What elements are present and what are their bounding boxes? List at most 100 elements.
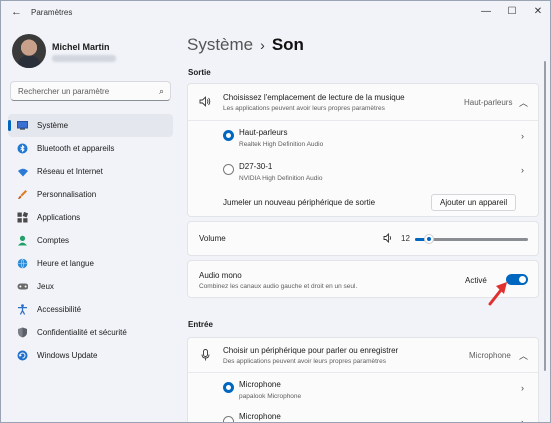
maximize-icon[interactable]: ☐ [505,5,519,19]
sidebar-item-label: Accessibilité [37,305,82,314]
device-desc: Realtek High Definition Audio [239,141,324,148]
chevron-right-icon[interactable]: › [521,131,524,141]
radio-microphone-2[interactable] [223,416,234,422]
scrollbar[interactable] [544,61,546,371]
mono-audio-state: Activé [465,276,487,285]
breadcrumb-separator: › [260,37,265,53]
apps-icon [17,212,28,223]
breadcrumb: Système › Son [187,35,304,55]
gamepad-icon [17,281,28,292]
sidebar-item-label: Comptes [37,236,70,245]
globe-icon [17,258,28,269]
accessibility-icon [17,304,28,315]
back-arrow-icon[interactable]: ← [11,6,23,18]
wifi-icon [17,166,28,177]
page-title: Son [271,35,304,54]
app-title: Paramètres [31,8,73,17]
input-header-subtitle: Des applications peuvent avoir leurs pro… [223,358,386,365]
search-input[interactable]: Rechercher un paramètre ⌕ [10,81,171,101]
volume-slider[interactable] [415,233,528,245]
user-email-redacted [52,55,116,62]
sidebar-item-jeux[interactable]: Jeux [8,275,173,298]
sidebar-item-comptes[interactable]: Comptes [8,229,173,252]
bluetooth-icon [17,143,28,154]
volume-slider-thumb[interactable] [424,234,434,244]
sidebar-item-windows-update[interactable]: Windows Update [8,344,173,367]
shield-icon [17,327,28,338]
sidebar-item-label: Confidentialité et sécurité [37,328,127,337]
sidebar-item-label: Système [37,121,69,130]
sidebar-item-label: Heure et langue [37,259,94,268]
input-device-row[interactable]: Microphone › [188,407,538,422]
search-placeholder: Rechercher un paramètre [18,87,110,96]
add-device-button[interactable]: Ajouter un appareil [431,194,517,211]
search-icon: ⌕ [158,86,164,96]
close-icon[interactable]: ✕ [531,5,545,19]
avatar[interactable] [12,34,46,68]
sidebar-item-label: Personnalisation [37,190,97,199]
device-desc: NVIDIA High Definition Audio [239,175,323,182]
input-header-title: Choisir un périphérique pour parler ou e… [223,346,399,355]
user-name: Michel Martin [52,42,110,52]
chevron-right-icon[interactable]: › [521,383,524,393]
mono-audio-title: Audio mono [199,271,242,280]
volume-card: Volume 12 [187,221,539,256]
chevron-right-icon[interactable]: › [521,417,524,422]
pair-device-label: Jumeler un nouveau périphérique de sorti… [223,198,376,207]
device-desc: papalook Microphone [239,393,302,400]
input-device-card: Choisir un périphérique pour parler ou e… [187,337,539,422]
chevron-right-icon[interactable]: › [521,165,524,175]
radio-microphone-1[interactable] [223,382,234,393]
sidebar-item-applications[interactable]: Applications [8,206,173,229]
output-selected-device: Haut-parleurs [464,98,513,107]
radio-haut-parleurs[interactable] [223,130,234,141]
output-device-row[interactable]: Haut-parleurs Realtek High Definition Au… [188,121,538,153]
sidebar-item-accessibilite[interactable]: Accessibilité [8,298,173,321]
sidebar-item-systeme[interactable]: Système [8,114,173,137]
chevron-up-icon[interactable]: ︿ [519,349,528,362]
volume-label: Volume [199,234,226,243]
chevron-up-icon[interactable]: ︿ [519,96,528,109]
title-bar: ← Paramètres — ☐ ✕ [1,1,550,23]
output-device-card: Choisissez l'emplacement de lecture de l… [187,83,539,217]
output-device-row[interactable]: D27-30-1 NVIDIA High Definition Audio › [188,155,538,187]
minimize-icon[interactable]: — [479,5,493,19]
device-name: Microphone [239,380,281,389]
speaker-icon [199,96,211,109]
device-name: Haut-parleurs [239,128,288,137]
pair-device-row: Jumeler un nouveau périphérique de sorti… [188,189,538,217]
input-selected-device: Microphone [469,351,511,360]
input-device-row[interactable]: Microphone papalook Microphone › [188,373,538,405]
volume-speaker-icon[interactable] [383,232,393,245]
section-input-title: Entrée [188,320,213,329]
output-header-subtitle: Les applications peuvent avoir leurs pro… [223,105,385,112]
sidebar-item-label: Applications [37,213,81,222]
brush-icon [17,189,28,200]
sidebar-item-label: Jeux [37,282,54,291]
output-header-row[interactable]: Choisissez l'emplacement de lecture de l… [188,84,538,120]
device-name: Microphone [239,412,281,421]
output-header-title: Choisissez l'emplacement de lecture de l… [223,93,405,102]
input-header-row[interactable]: Choisir un périphérique pour parler ou e… [188,338,538,372]
sidebar-item-label: Bluetooth et appareils [37,144,115,153]
sidebar-item-bluetooth[interactable]: Bluetooth et appareils [8,137,173,160]
section-output-title: Sortie [188,68,211,77]
system-icon [17,120,28,131]
microphone-icon [201,349,210,363]
person-icon [17,235,28,246]
sidebar-item-label: Réseau et Internet [37,167,103,176]
breadcrumb-parent[interactable]: Système [187,35,253,54]
settings-window: ← Paramètres — ☐ ✕ Michel Martin Recherc… [0,0,551,423]
radio-d27[interactable] [223,164,234,175]
sidebar-item-reseau[interactable]: Réseau et Internet [8,160,173,183]
sidebar-item-personnalisation[interactable]: Personnalisation [8,183,173,206]
update-icon [17,350,28,361]
volume-value: 12 [401,234,410,243]
sidebar-nav: Système Bluetooth et appareils Réseau et… [8,114,173,367]
sidebar-item-confidentialite[interactable]: Confidentialité et sécurité [8,321,173,344]
mono-audio-subtitle: Combinez les canaux audio gauche et droi… [199,283,358,290]
sidebar-item-label: Windows Update [37,351,98,360]
device-name: D27-30-1 [239,162,273,171]
annotation-arrow-icon [488,282,507,306]
sidebar-item-heure[interactable]: Heure et langue [8,252,173,275]
